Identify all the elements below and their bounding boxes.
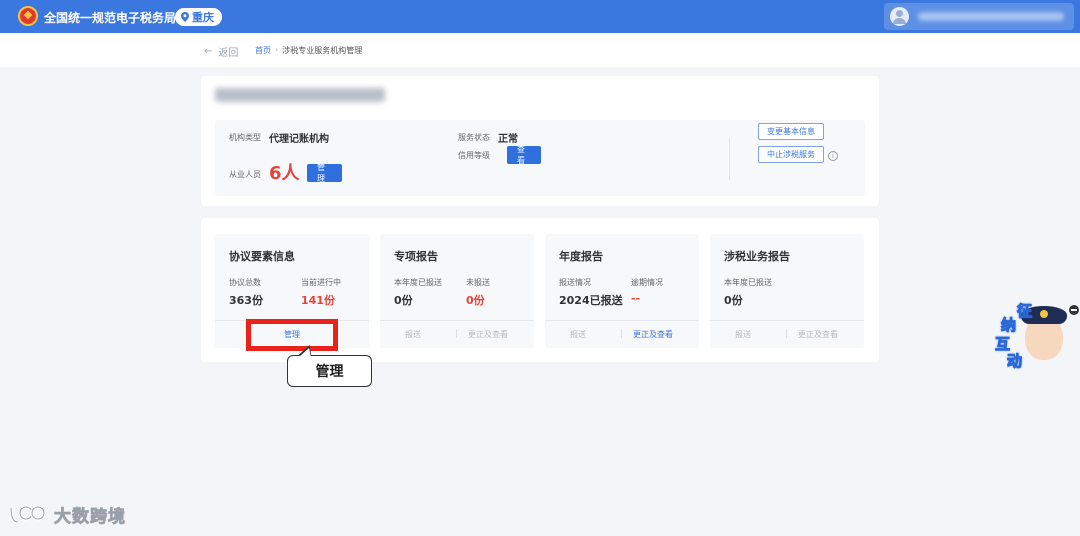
action-separator <box>786 329 787 338</box>
region-label: 重庆 <box>192 11 214 24</box>
arrow-left-icon: ← <box>204 46 213 57</box>
stat-value: 0份 <box>724 294 743 307</box>
user-menu[interactable] <box>884 3 1074 30</box>
stat-value: 0份 <box>466 294 485 307</box>
card-divider <box>710 320 864 321</box>
service-status-value: 正常 <box>498 134 518 145</box>
org-name-redacted <box>215 88 385 102</box>
breadcrumb-current: 涉税专业服务机构管理 <box>282 46 363 55</box>
service-status-label: 服务状态 <box>458 133 490 142</box>
card-title: 协议要素信息 <box>229 250 295 263</box>
org-info-panel: 机构类型 代理记账机构 从业人员 6人 管理 服务状态 正常 信用等级 查看 变… <box>201 76 879 206</box>
stat-label: 本年度已报送 <box>724 278 772 287</box>
stat-value: 363份 <box>229 294 263 307</box>
stat-label: 未报送 <box>466 278 490 287</box>
card-title: 年度报告 <box>559 250 603 263</box>
card-title: 专项报告 <box>394 250 438 263</box>
special-report-card: 专项报告 本年度已报送 0份 未报送 0份 报送 更正及查看 <box>380 234 534 348</box>
tax-business-report-card: 涉税业务报告 本年度已报送 0份 报送 更正及查看 <box>710 234 864 348</box>
assistant-mascot-widget[interactable]: 征 纳 互 动 <box>994 300 1077 371</box>
action-separator <box>456 329 457 338</box>
stat-value: -- <box>631 292 641 305</box>
action-separator <box>621 329 622 338</box>
mascot-char: 纳 <box>1000 316 1017 335</box>
stat-label: 当前进行中 <box>301 278 341 287</box>
staff-count: 6人 <box>269 163 300 184</box>
submit-button[interactable]: 报送 <box>405 329 421 340</box>
credit-view-button[interactable]: 查看 <box>507 145 541 165</box>
sub-nav-bar: ← 返回 首页 › 涉税专业服务机构管理 <box>0 33 1080 67</box>
change-info-button[interactable]: 变更基本信息 <box>758 123 824 140</box>
submit-button[interactable]: 报送 <box>735 329 751 340</box>
correct-view-button[interactable]: 更正及查看 <box>798 329 838 340</box>
correct-view-button[interactable]: 更正及查看 <box>633 329 673 340</box>
org-details: 机构类型 代理记账机构 从业人员 6人 管理 服务状态 正常 信用等级 查看 变… <box>215 120 865 196</box>
highlight-box <box>246 319 338 351</box>
org-type-label: 机构类型 <box>229 133 261 142</box>
stat-value: 141份 <box>301 294 335 307</box>
watermark-text: 大数跨境 <box>54 507 126 528</box>
back-label: 返回 <box>218 48 239 59</box>
staff-manage-button[interactable]: 管理 <box>307 163 342 183</box>
location-pin-icon <box>181 12 189 22</box>
breadcrumb-home-link[interactable]: 首页 <box>255 45 271 56</box>
breadcrumb-separator: › <box>275 45 279 54</box>
mascot-char: 动 <box>1006 352 1023 371</box>
credit-level-label: 信用等级 <box>458 151 490 160</box>
card-title: 涉税业务报告 <box>724 250 790 263</box>
stat-value: 0份 <box>394 294 413 307</box>
stat-label: 协议总数 <box>229 278 261 287</box>
stat-value: 2024已报送 <box>559 294 623 307</box>
info-icon[interactable]: i <box>828 151 838 161</box>
app-title: 全国统一规范电子税务局 <box>44 11 177 25</box>
watermark-logo-icon <box>9 505 46 523</box>
mascot-close-icon[interactable] <box>1069 305 1079 315</box>
stat-label: 逾期情况 <box>631 278 663 287</box>
card-divider <box>380 320 534 321</box>
mascot-char: 征 <box>1016 302 1033 321</box>
stat-label: 本年度已报送 <box>394 278 442 287</box>
divider <box>729 138 730 180</box>
region-selector[interactable]: 重庆 <box>175 8 222 26</box>
top-bar: 全国统一规范电子税务局 重庆 <box>0 0 1080 33</box>
org-type-value: 代理记账机构 <box>269 134 329 145</box>
tax-emblem-icon <box>18 6 38 26</box>
submit-button[interactable]: 报送 <box>570 329 586 340</box>
stat-label: 报送情况 <box>559 278 591 287</box>
correct-view-button[interactable]: 更正及查看 <box>468 329 508 340</box>
card-divider <box>545 320 699 321</box>
watermark: 大数跨境 <box>8 502 126 527</box>
mascot-badge-icon <box>1040 310 1048 318</box>
staff-label: 从业人员 <box>229 170 261 179</box>
annual-report-card: 年度报告 报送情况 2024已报送 逾期情况 -- 报送 更正及查看 <box>545 234 699 348</box>
user-name-redacted <box>918 12 1064 21</box>
avatar <box>890 7 909 26</box>
stop-service-button[interactable]: 中止涉税服务 <box>758 146 824 163</box>
breadcrumb: 首页 › 涉税专业服务机构管理 <box>255 45 362 56</box>
callout-label: 管理 <box>287 355 372 387</box>
back-button[interactable]: ← 返回 <box>204 44 238 59</box>
